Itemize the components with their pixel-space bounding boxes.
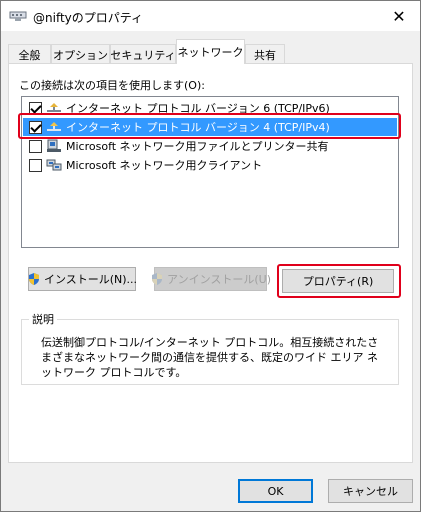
install-button[interactable]: インストール(N)... (28, 267, 137, 291)
list-item-network-client[interactable]: Microsoft ネットワーク用クライアント (23, 156, 397, 174)
ipv4-checkbox[interactable] (29, 120, 42, 134)
network-client-label: Microsoft ネットワーク用クライアント (66, 159, 263, 172)
network-connection-icon (9, 11, 27, 21)
window-title: @niftyのプロパティ (33, 11, 144, 25)
list-item-ipv6[interactable]: インターネット プロトコル バージョン 6 (TCP/IPv6) (23, 99, 397, 117)
components-listbox[interactable]: インターネット プロトコル バージョン 6 (TCP/IPv6) インターネット… (21, 96, 399, 248)
uninstall-button[interactable]: アンインストール(U) (152, 267, 271, 291)
network-client-icon (46, 159, 62, 171)
uac-shield-icon (28, 273, 39, 285)
close-icon: ✕ (392, 6, 406, 26)
network-protocol-icon (47, 122, 61, 131)
connection-items-label: この接続は次の項目を使用します(O): (19, 79, 205, 92)
file-printer-share-icon (47, 139, 61, 152)
tab-networking[interactable]: ネットワーク (176, 39, 245, 64)
uac-shield-icon (152, 273, 163, 285)
title-bar: @niftyのプロパティ ✕ (1, 1, 420, 31)
tab-general[interactable]: 全般 (8, 44, 51, 64)
properties-dialog: @niftyのプロパティ ✕ 全般 オプション セキュリティ ネットワーク 共有… (0, 0, 421, 512)
network-protocol-icon (47, 103, 61, 112)
ok-button[interactable]: OK (238, 479, 313, 503)
cancel-button[interactable]: キャンセル (328, 479, 413, 503)
tab-options[interactable]: オプション (51, 44, 110, 64)
tab-sharing[interactable]: 共有 (245, 44, 285, 64)
description-title: 説明 (29, 311, 57, 327)
list-item-file-printer-sharing[interactable]: Microsoft ネットワーク用ファイルとプリンター共有 (23, 137, 397, 155)
ipv6-label: インターネット プロトコル バージョン 6 (TCP/IPv6) (66, 102, 330, 115)
file-printer-sharing-label: Microsoft ネットワーク用ファイルとプリンター共有 (66, 140, 329, 153)
ipv4-label: インターネット プロトコル バージョン 4 (TCP/IPv4) (66, 121, 330, 134)
close-button[interactable]: ✕ (378, 1, 420, 31)
tab-security[interactable]: セキュリティ (110, 44, 176, 64)
file-printer-sharing-checkbox[interactable] (29, 139, 42, 153)
list-item-ipv4[interactable]: インターネット プロトコル バージョン 4 (TCP/IPv4) (23, 118, 397, 136)
properties-button[interactable]: プロパティ(R) (282, 269, 394, 293)
ipv6-checkbox[interactable] (29, 101, 42, 115)
description-text: 伝送制御プロトコル/インターネット プロトコル。相互接続されたさまざまなネットワ… (41, 336, 379, 379)
network-client-checkbox[interactable] (29, 158, 42, 172)
